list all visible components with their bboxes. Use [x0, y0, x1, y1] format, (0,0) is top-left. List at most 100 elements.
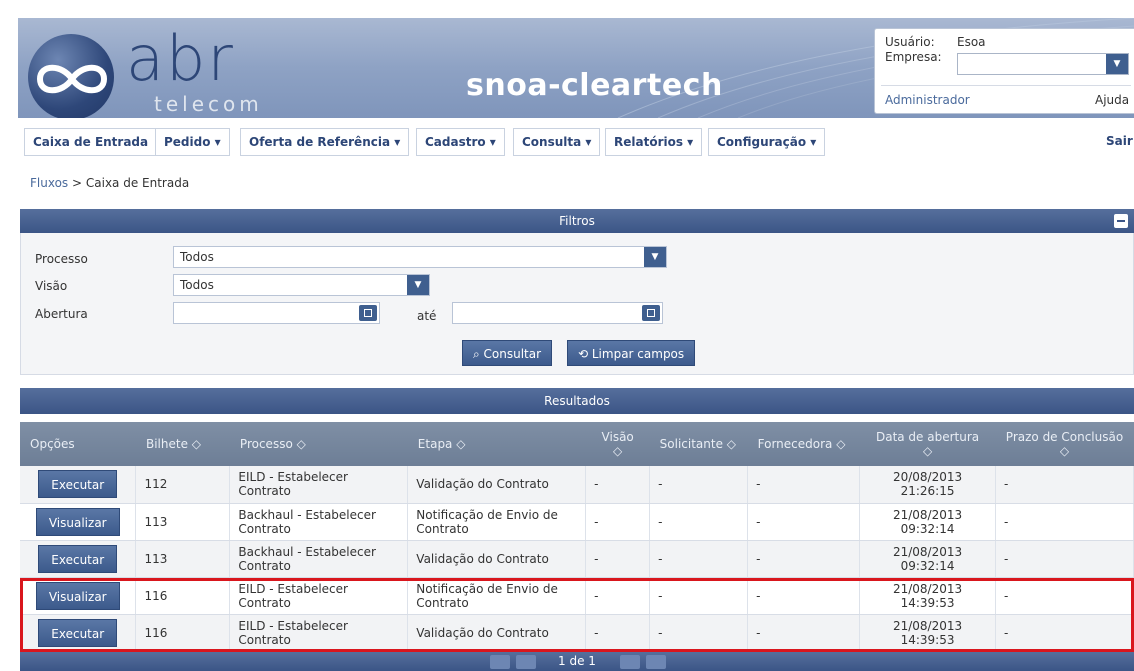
cell-fornecedora: - — [747, 540, 861, 578]
cell-data-abertura: 21/08/2013 14:39:53 — [859, 577, 997, 615]
executar-button[interactable]: Executar — [38, 470, 118, 499]
cell-processo: Backhaul - Estabelecer Contrato — [229, 503, 409, 541]
help-link[interactable]: Ajuda — [1095, 93, 1129, 107]
col-fornecedora[interactable]: Fornecedora ◇ — [747, 422, 860, 466]
breadcrumb-separator: > — [72, 176, 83, 190]
results-title: Resultados — [544, 394, 610, 408]
last-page-icon[interactable] — [646, 655, 666, 669]
cell-processo: EILD - Estabelecer Contrato — [229, 466, 409, 504]
chevron-down-icon[interactable]: ▼ — [407, 275, 429, 295]
cell-data-abertura: 21/08/2013 09:32:14 — [859, 503, 997, 541]
main-menu: Caixa de Entrada Pedido ▾ Oferta de Refe… — [18, 124, 1134, 160]
company-label: Empresa: — [885, 50, 942, 64]
cell-fornecedora: - — [747, 503, 861, 541]
minimize-icon[interactable] — [1114, 214, 1128, 228]
table-header-row: Opções Bilhete ◇ Processo ◇ Etapa ◇ Visã… — [20, 422, 1134, 466]
table-row: Executar 116 EILD - Estabelecer Contrato… — [20, 614, 1134, 652]
menu-oferta-de-referencia[interactable]: Oferta de Referência ▾ — [240, 128, 410, 156]
col-etapa[interactable]: Etapa ◇ — [407, 422, 586, 466]
menu-pedido[interactable]: Pedido ▾ — [155, 128, 230, 156]
col-processo[interactable]: Processo ◇ — [229, 422, 408, 466]
cell-bilhete: 116 — [135, 614, 231, 652]
processo-select[interactable]: Todos ▼ — [173, 246, 667, 268]
calendar-icon[interactable] — [642, 305, 660, 321]
cell-bilhete: 113 — [135, 503, 231, 541]
col-solicitante[interactable]: Solicitante ◇ — [649, 422, 748, 466]
col-prazo-conclusao[interactable]: Prazo de Conclusão ◇ — [995, 422, 1134, 466]
cell-solicitante: - — [649, 577, 749, 615]
cell-fornecedora: - — [747, 614, 861, 652]
cell-prazo: - — [995, 503, 1134, 541]
prev-page-icon[interactable] — [516, 655, 536, 669]
admin-link[interactable]: Administrador — [885, 93, 970, 107]
divider — [881, 85, 1131, 86]
cell-visao: - — [585, 614, 651, 652]
results-table: Opções Bilhete ◇ Processo ◇ Etapa ◇ Visã… — [20, 422, 1134, 652]
table-row: Executar 113 Backhaul - Estabelecer Cont… — [20, 540, 1134, 578]
breadcrumb-current: Caixa de Entrada — [85, 176, 190, 190]
user-panel: Usuário: Esoa Empresa: ▼ Administrador A… — [874, 28, 1134, 114]
abertura-to-input[interactable] — [452, 302, 663, 324]
cell-prazo: - — [995, 577, 1134, 615]
cell-processo: EILD - Estabelecer Contrato — [229, 614, 409, 652]
menu-consulta[interactable]: Consulta ▾ — [513, 128, 601, 156]
chevron-down-icon[interactable]: ▼ — [1106, 54, 1128, 74]
cell-bilhete: 112 — [135, 466, 231, 504]
cell-etapa: Validação do Contrato — [407, 540, 587, 578]
cell-data-abertura: 21/08/2013 14:39:53 — [859, 614, 997, 652]
processo-label: Processo — [35, 252, 88, 266]
cell-visao: - — [585, 540, 651, 578]
cell-etapa: Notificação de Envio de Contrato — [407, 503, 587, 541]
cell-processo: EILD - Estabelecer Contrato — [229, 577, 409, 615]
ate-label: até — [417, 309, 437, 323]
menu-caixa-de-entrada[interactable]: Caixa de Entrada — [24, 128, 158, 156]
breadcrumb-fluxos[interactable]: Fluxos — [30, 176, 68, 190]
cell-visao: - — [585, 466, 651, 504]
processo-select-value: Todos — [180, 250, 214, 264]
abertura-label: Abertura — [35, 307, 88, 321]
visao-select[interactable]: Todos ▼ — [173, 274, 430, 296]
cell-data-abertura: 20/08/2013 21:26:15 — [859, 466, 997, 504]
cell-fornecedora: - — [747, 466, 861, 504]
app-title: snoa-cleartech — [466, 68, 723, 103]
cell-visao: - — [585, 503, 651, 541]
next-page-icon[interactable] — [620, 655, 640, 669]
cell-bilhete: 113 — [135, 540, 231, 578]
pagination-bar: 1 de 1 — [20, 652, 1134, 671]
visualizar-button[interactable]: Visualizar — [35, 581, 120, 610]
calendar-icon[interactable] — [359, 305, 377, 321]
cell-fornecedora: - — [747, 577, 861, 615]
filters-panel-header: Filtros — [20, 209, 1134, 233]
menu-cadastro[interactable]: Cadastro ▾ — [416, 128, 505, 156]
cell-visao: - — [585, 577, 651, 615]
company-select[interactable]: ▼ — [957, 53, 1129, 75]
cell-bilhete: 116 — [135, 577, 231, 615]
col-bilhete[interactable]: Bilhete ◇ — [135, 422, 230, 466]
cell-prazo: - — [995, 614, 1134, 652]
col-data-abertura[interactable]: Data de abertura ◇ — [859, 422, 996, 466]
visualizar-button[interactable]: Visualizar — [35, 507, 120, 536]
user-value: Esoa — [957, 35, 986, 49]
cell-solicitante: - — [649, 614, 749, 652]
cell-solicitante: - — [649, 503, 749, 541]
cell-etapa: Validação do Contrato — [407, 466, 587, 504]
abr-telecom-logo: abr telecom — [26, 28, 259, 118]
table-row: Visualizar 113 Backhaul - Estabelecer Co… — [20, 503, 1134, 541]
abertura-from-input[interactable] — [173, 302, 380, 324]
executar-button[interactable]: Executar — [38, 544, 118, 573]
breadcrumb: Fluxos > Caixa de Entrada — [30, 176, 189, 190]
cell-data-abertura: 21/08/2013 09:32:14 — [859, 540, 997, 578]
consultar-button[interactable]: ⌕ Consultar — [462, 340, 553, 366]
cell-solicitante: - — [649, 466, 749, 504]
menu-configuracao[interactable]: Configuração ▾ — [708, 128, 826, 156]
executar-button[interactable]: Executar — [38, 618, 118, 647]
col-visao[interactable]: Visão ◇ — [585, 422, 650, 466]
table-row: Executar 112 EILD - Estabelecer Contrato… — [20, 466, 1134, 504]
limpar-campos-button[interactable]: ⟲ Limpar campos — [567, 340, 696, 366]
menu-relatorios[interactable]: Relatórios ▾ — [605, 128, 703, 156]
logout-link[interactable]: Sair — [1106, 128, 1133, 156]
first-page-icon[interactable] — [490, 655, 510, 669]
cell-etapa: Notificação de Envio de Contrato — [407, 577, 587, 615]
chevron-down-icon[interactable]: ▼ — [644, 247, 666, 267]
col-opcoes: Opções — [20, 422, 136, 466]
